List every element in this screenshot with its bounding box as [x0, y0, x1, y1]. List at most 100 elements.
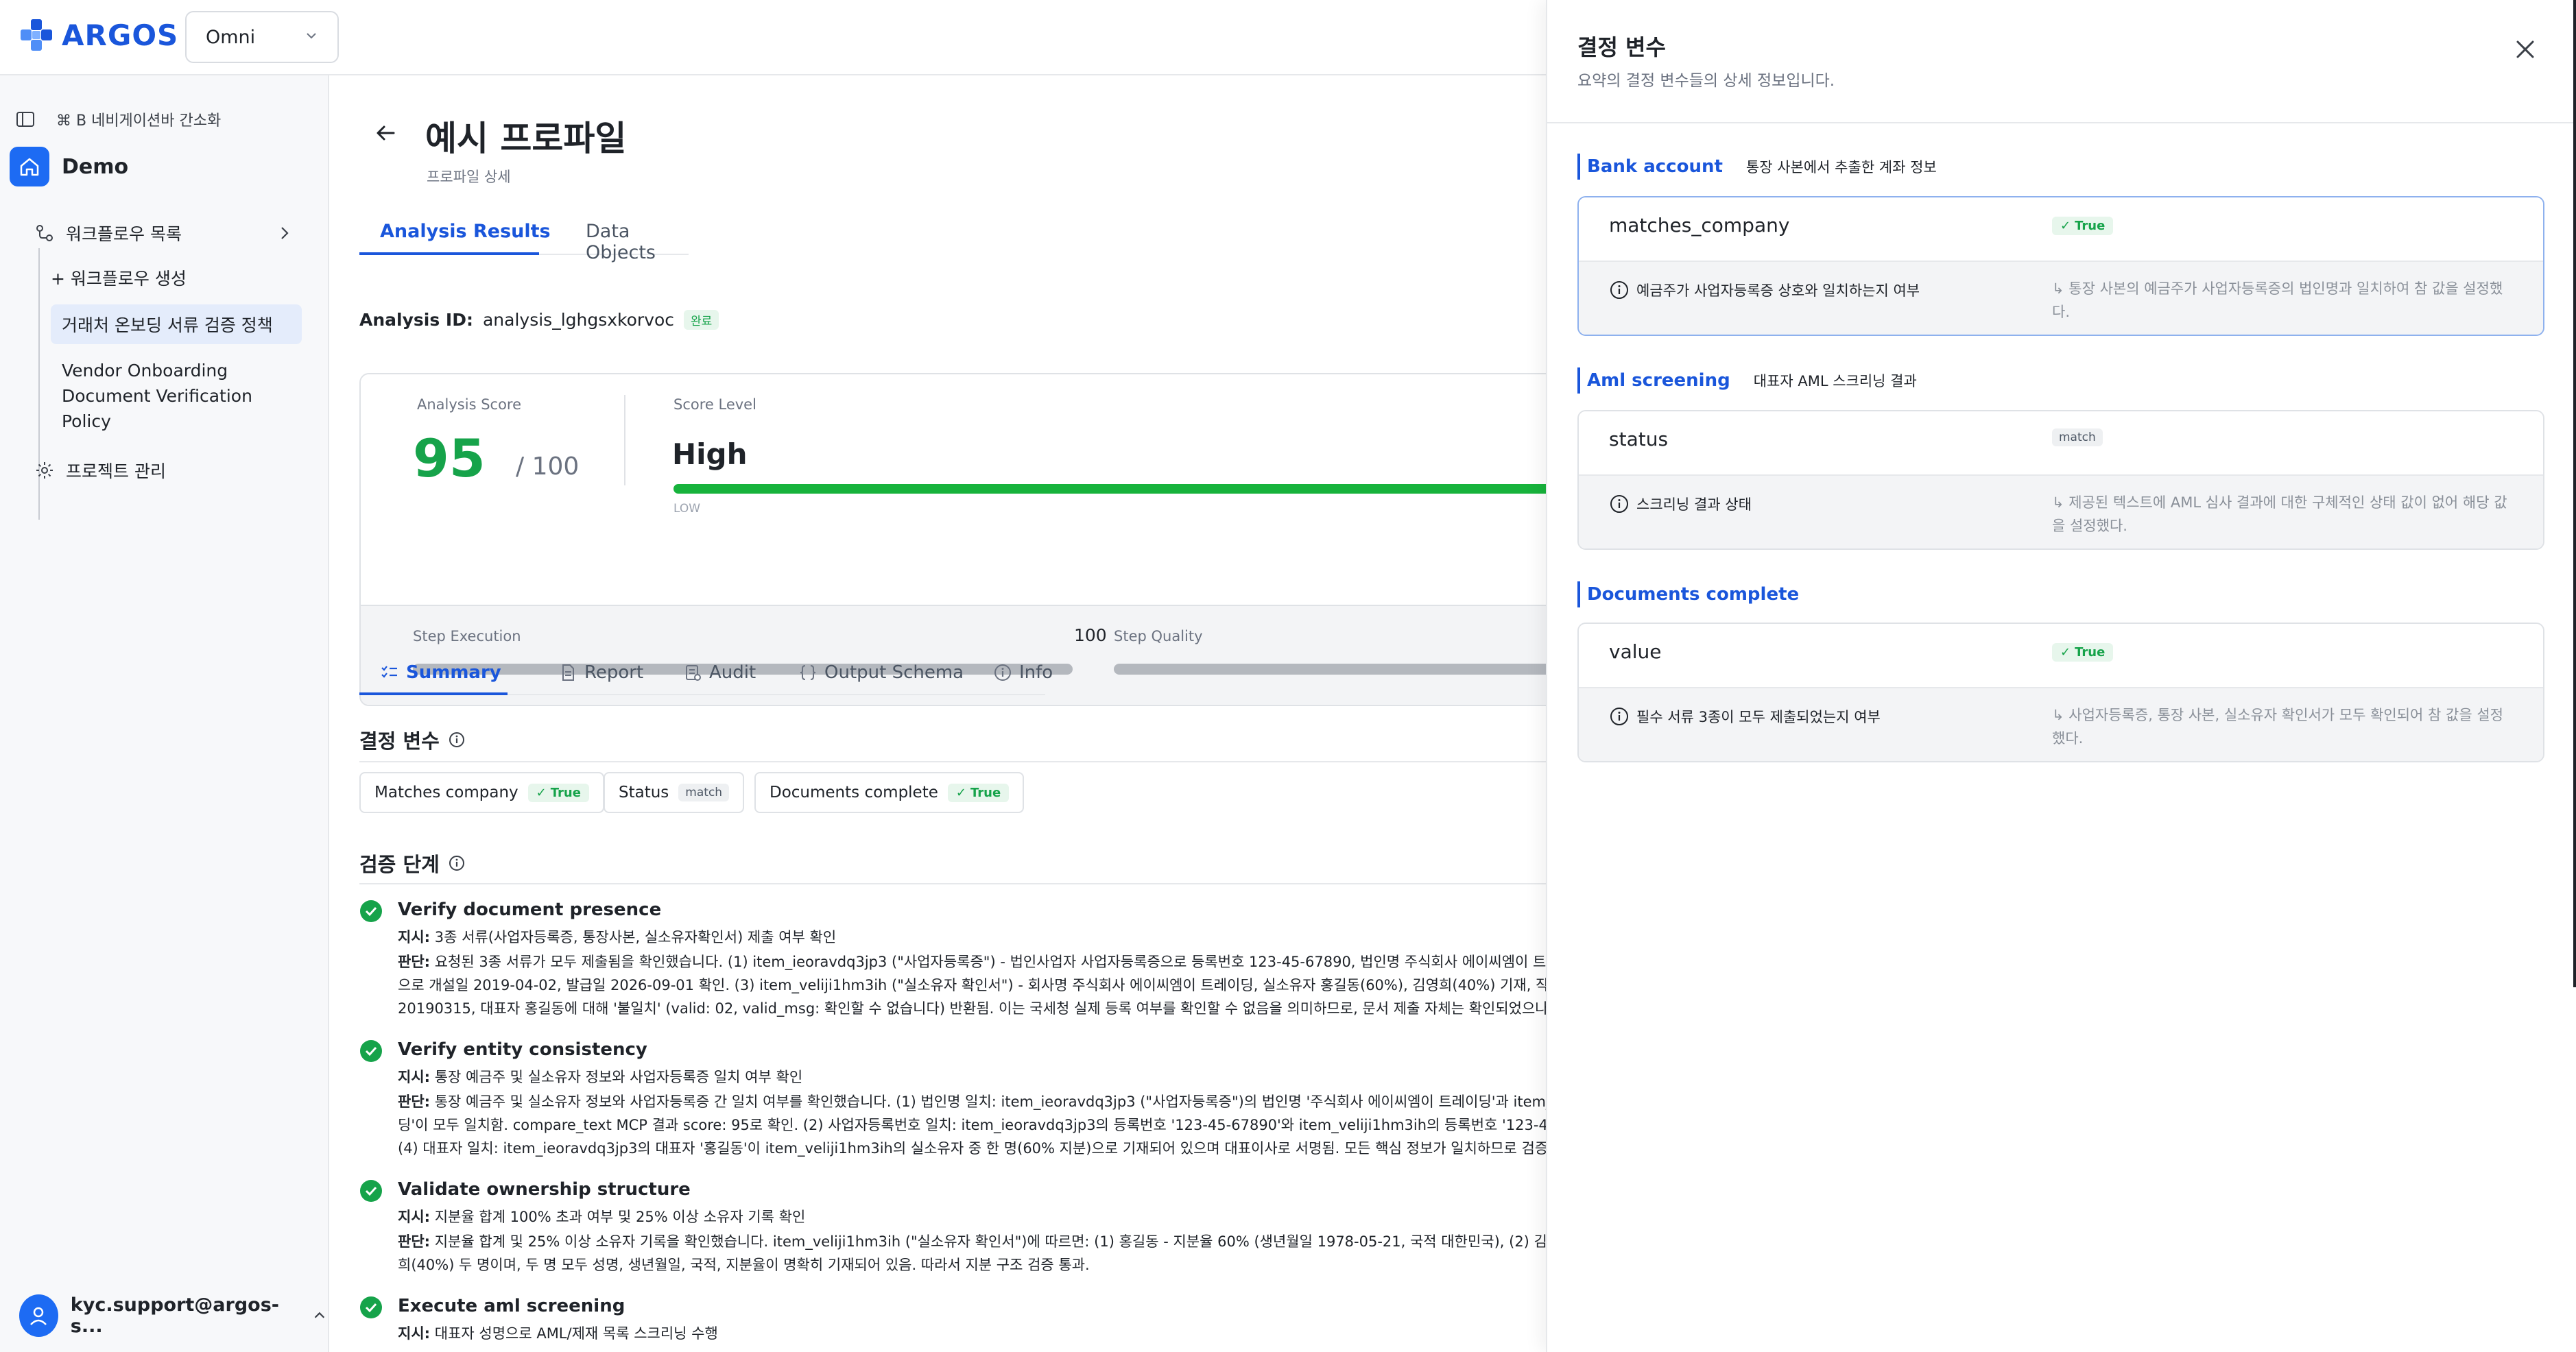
workspace-demo[interactable]: Demo [10, 147, 128, 186]
decision-vars-drawer: 결정 변수 요약의 결정 변수들의 상세 정보입니다. Bank account… [1546, 0, 2576, 1352]
workspace-label: Demo [62, 154, 129, 179]
step-quality-bar [1114, 664, 1546, 675]
judge-label: 판단: [398, 954, 431, 970]
value-text: True [2075, 645, 2106, 660]
org-select-value: Omni [206, 26, 256, 48]
reason-line: 했다. [2052, 730, 2084, 747]
decision-chip-documents-complete[interactable]: Documents complete ✓ True [754, 772, 1025, 813]
avatar [19, 1294, 58, 1337]
arrow-left-icon[interactable] [372, 119, 399, 147]
workflow-icon [36, 225, 53, 241]
instr-label: 지시: [398, 1069, 431, 1085]
tab-info[interactable]: Info [993, 662, 1053, 683]
group-accent-bar [1577, 154, 1580, 180]
tab-data-objects[interactable]: Data Objects [586, 221, 689, 263]
group-desc: 대표자 AML 스크리닝 결과 [1753, 373, 1917, 389]
window-scrollbar[interactable] [2573, 0, 2576, 987]
judge-text: 지분율 합계 및 25% 이상 소유자 기록을 확인했습니다. item_vel… [434, 1233, 1546, 1250]
section-title: 검증 단계 [359, 853, 440, 876]
tab-summary[interactable]: Summary [380, 662, 501, 683]
level-low-label: LOW [673, 502, 701, 516]
sidebar-item-policy-en[interactable]: Vendor Onboarding Document Verification … [62, 358, 252, 434]
variable-detail: 예금주가 사업자등록증 상호와 일치하는지 여부 ↳ 통장 사본의 예금주가 사… [1579, 261, 2543, 335]
reason-line: ↳ 통장 사본의 예금주가 사업자등록증의 법인명과 일치하여 참 값을 설정했 [2052, 280, 2503, 297]
question-text: 필수 서류 3종이 모두 제출되었는지 여부 [1636, 709, 1881, 725]
main-content: 예시 프로파일 프로파일 상세 Analysis Results Data Ob… [331, 75, 1546, 1352]
sidebar-item-workflows[interactable]: 워크플로우 목록 [34, 221, 295, 245]
instr-text: 통장 예금주 및 실소유자 정보와 사업자등록증 일치 여부 확인 [434, 1069, 803, 1085]
info-icon[interactable] [448, 731, 466, 749]
step-title: Verify document presence [398, 900, 662, 920]
question-text: 예금주가 사업자등록증 상호와 일치하는지 여부 [1636, 282, 1920, 299]
instr-text: 지분율 합계 100% 초과 여부 및 25% 이상 소유자 기록 확인 [434, 1209, 806, 1225]
variable-reason: ↳ 제공된 텍스트에 AML 심사 결과에 대한 구체적인 상태 값이 없어 해… [2052, 491, 2525, 538]
variable-value: ✓ True [2052, 643, 2114, 662]
instr-text: 3종 서류(사업자등록증, 통장사본, 실소유자확인서) 제출 여부 확인 [434, 929, 837, 945]
value-text: True [2075, 219, 2106, 233]
info-icon[interactable] [448, 854, 466, 872]
sidebar-collapse-toggle[interactable]: ⌘ B 네비게이션바 간소화 [15, 108, 221, 130]
gear-icon [36, 462, 53, 479]
create-workflow-link[interactable]: + 워크플로우 생성 [51, 266, 187, 291]
variable-card[interactable]: value ✓ True 필수 서류 3종이 모두 제출되었는지 여부 ↳ 사업… [1577, 623, 2544, 762]
analysis-id-label: Analysis ID: [359, 310, 473, 330]
result-tabs: Analysis Results Data Objects [359, 207, 689, 263]
variable-header: value ✓ True [1579, 624, 2543, 687]
variable-name: matches_company [1609, 214, 1790, 237]
step-judgement: 판단: 지분율 합계 및 25% 이상 소유자 기록을 확인했습니다. item… [398, 1230, 1546, 1253]
decision-chip-matches-company[interactable]: Matches company ✓ True [359, 772, 604, 813]
variable-card[interactable]: status match 스크리닝 결과 상태 ↳ 제공된 텍스트에 AML 심… [1577, 410, 2544, 550]
org-select[interactable]: Omni [185, 11, 339, 63]
info-icon [994, 664, 1011, 681]
instr-label: 지시: [398, 929, 431, 945]
decision-chip-status[interactable]: Status match [604, 772, 745, 813]
section-title: 결정 변수 [359, 729, 440, 753]
tab-output-schema[interactable]: Output Schema [798, 662, 964, 683]
step-execution-value: 100 [1074, 625, 1107, 645]
chip-label: Documents complete [770, 784, 938, 801]
variable-card[interactable]: matches_company ✓ True 예금주가 사업자등록증 상호와 일… [1577, 196, 2544, 336]
step-instruction: 지시: 통장 예금주 및 실소유자 정보와 사업자등록증 일치 여부 확인 [398, 1065, 802, 1089]
judge-label: 판단: [398, 1094, 431, 1110]
tab-audit[interactable]: Audit [683, 662, 756, 683]
variable-header: status match [1579, 411, 2543, 474]
app-logo[interactable]: ARGOS [19, 18, 178, 52]
sidebar-item-policy-ko[interactable]: 거래처 온보딩 서류 검증 정책 [62, 313, 273, 338]
group-name: Documents complete [1587, 584, 1800, 605]
variable-header: matches_company ✓ True [1579, 197, 2543, 261]
policy-en-line1: Vendor Onboarding [62, 361, 228, 381]
tab-underline [359, 692, 508, 695]
group-accent-bar [1577, 367, 1580, 394]
info-icon [1610, 708, 1628, 725]
decision-vars-heading: 결정 변수 [359, 725, 466, 754]
step-quality-label: Step Quality [1114, 628, 1203, 644]
chip-value-text: True [970, 785, 1001, 800]
score-top: Analysis Score 95 / 100 Score Level High… [361, 374, 1546, 605]
judge-text: 요청된 3종 서류가 모두 제출됨을 확인했습니다. (1) item_ieor… [434, 954, 1546, 970]
question-text: 스크리닝 결과 상태 [1636, 496, 1752, 513]
group-header-documents-complete: Documents complete [1577, 581, 1799, 607]
score-value: 95 [413, 428, 486, 489]
close-icon[interactable] [2512, 36, 2539, 63]
step-title: Validate ownership structure [398, 1179, 691, 1200]
step-judgement-cont: (4) 대표자 일치: item_ieoravdq3jp3의 대표자 '홍길동'… [398, 1140, 1546, 1157]
sidebar-item-projects[interactable]: 프로젝트 관리 [34, 458, 166, 483]
chip-value-text: True [550, 785, 581, 800]
logo-text: ARGOS [62, 18, 179, 52]
step-title: Execute aml screening [398, 1296, 625, 1316]
chevron-right-icon [281, 227, 289, 239]
reason-line: ↳ 사업자등록증, 통장 사본, 실소유자 확인서가 모두 확인되어 참 값을 … [2052, 707, 2503, 723]
tab-analysis-results[interactable]: Analysis Results [380, 221, 551, 242]
judge-text: 통장 예금주 및 실소유자 정보와 사업자등록증 간 일치 여부를 확인했습니다… [434, 1094, 1546, 1110]
variable-question: 예금주가 사업자등록증 상호와 일치하는지 여부 [1609, 280, 1920, 300]
tab-report[interactable]: Report [558, 662, 643, 683]
list-check-icon [381, 666, 397, 678]
home-icon [10, 147, 49, 186]
step-judgement-cont: 20190315, 대표자 홍길동에 대해 '불일치' (valid: 02, … [398, 1000, 1546, 1017]
chevron-down-icon [307, 33, 316, 39]
section-divider [359, 883, 1546, 884]
instr-label: 지시: [398, 1209, 431, 1225]
step-execution-label: Step Execution [413, 628, 521, 644]
tab-label: Audit [709, 662, 756, 683]
user-menu[interactable]: kyc.support@argos-s... [19, 1294, 328, 1337]
